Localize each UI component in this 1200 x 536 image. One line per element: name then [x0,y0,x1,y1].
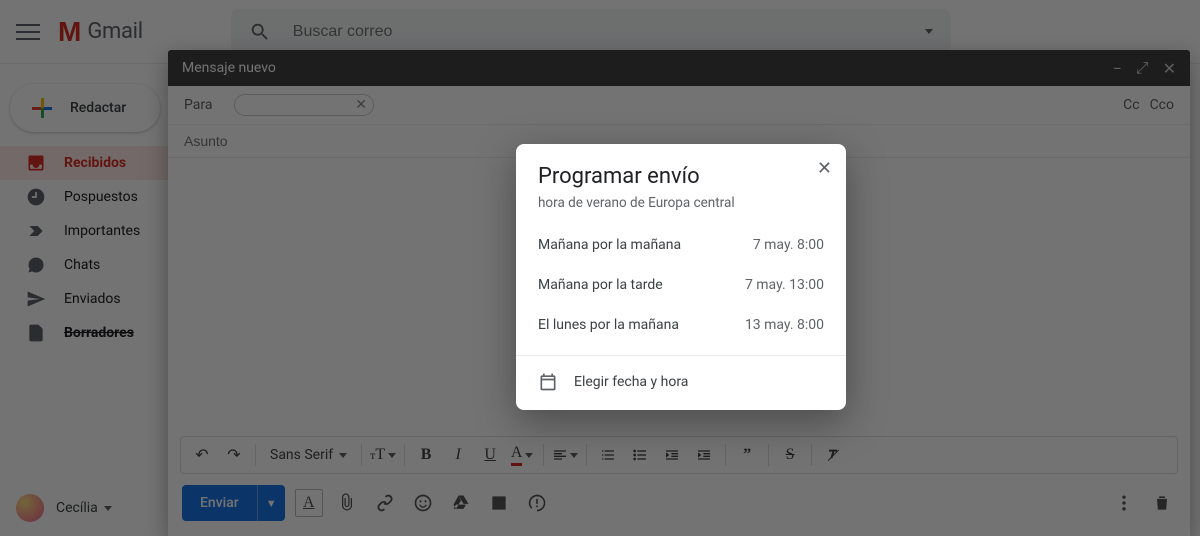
schedule-send-modal: ✕ Programar envío hora de verano de Euro… [516,144,846,410]
schedule-option[interactable]: Mañana por la tarde 7 may. 13:00 [516,265,846,305]
schedule-option-label: Mañana por la tarde [538,277,663,293]
modal-title: Programar envío [538,164,824,189]
modal-timezone: hora de verano de Europa central [538,195,824,211]
schedule-option-label: El lunes por la mañana [538,317,679,333]
schedule-option-label: Mañana por la mañana [538,237,681,253]
schedule-option[interactable]: El lunes por la mañana 13 may. 8:00 [516,305,846,345]
schedule-option[interactable]: Mañana por la mañana 7 may. 8:00 [516,225,846,265]
pick-date-time-button[interactable]: Elegir fecha y hora [516,356,846,410]
schedule-option-time: 7 may. 8:00 [753,237,824,253]
schedule-option-time: 7 may. 13:00 [745,277,824,293]
schedule-option-time: 13 may. 8:00 [745,317,824,333]
calendar-icon [538,372,558,392]
modal-close-icon[interactable]: ✕ [817,158,832,179]
pick-date-time-label: Elegir fecha y hora [574,374,688,390]
